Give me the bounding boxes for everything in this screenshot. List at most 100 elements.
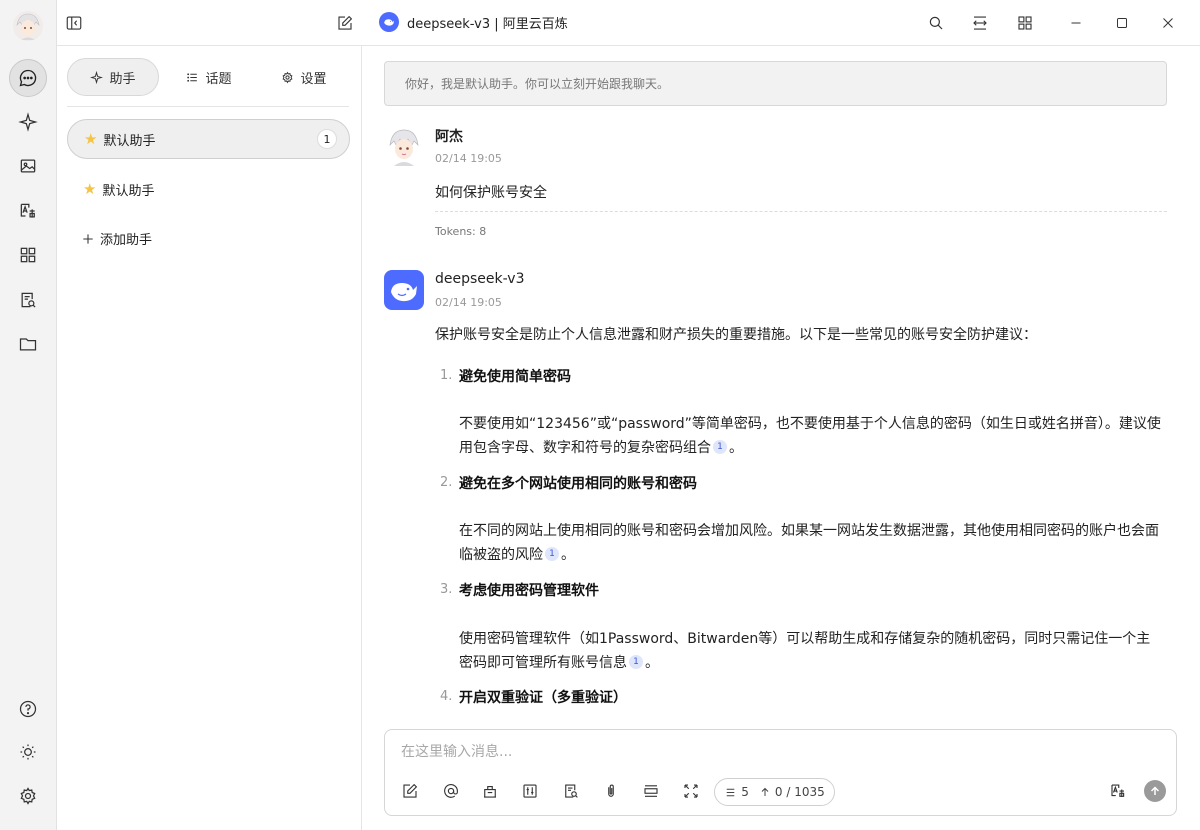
translate-button[interactable] <box>1106 779 1130 803</box>
edit-icon <box>338 15 353 30</box>
translate-nav-button[interactable] <box>9 192 47 230</box>
document-search-icon <box>565 784 578 798</box>
add-assistant-button[interactable]: 添加助手 <box>81 229 152 248</box>
web-search-button[interactable] <box>559 779 583 803</box>
sparkle-icon <box>18 112 38 132</box>
theme-toggle-button[interactable] <box>9 733 47 771</box>
add-assistant-label: 添加助手 <box>100 233 153 248</box>
star-icon: ★ <box>83 180 97 198</box>
edit-icon <box>403 783 418 798</box>
divider <box>67 106 349 107</box>
agents-nav-button[interactable] <box>9 103 47 141</box>
clear-context-button[interactable] <box>639 779 663 803</box>
list-item-desc: 使用密码管理软件（如1Password、Bitwarden等）可以帮助生成和存储… <box>459 627 1164 675</box>
title-bar: deepseek-v3 | 阿里云百炼 <box>57 0 1200 45</box>
assistant-label: 默认助手 <box>103 133 156 149</box>
narrow-mode-button[interactable] <box>969 12 991 34</box>
citation-badge[interactable]: 1 <box>629 655 643 669</box>
user-message-avatar <box>384 126 424 166</box>
new-chat-button[interactable] <box>334 12 356 34</box>
send-button[interactable] <box>1144 780 1166 802</box>
model-settings-button[interactable] <box>518 779 542 803</box>
list-item-end: 。 <box>645 655 659 671</box>
translate-icon <box>1111 784 1125 797</box>
gear-icon <box>20 787 36 805</box>
list-item-desc: 不要使用如“123456”或“password”等简单密码，也不要使用基于个人信… <box>459 412 1164 460</box>
help-nav-button[interactable] <box>9 690 47 728</box>
search-icon <box>929 16 943 30</box>
citation-badge[interactable]: 1 <box>545 547 559 561</box>
topic-count-badge: 1 <box>317 129 337 149</box>
token-usage-pill[interactable]: 5 0 / 1035 <box>714 778 835 806</box>
new-topic-button[interactable] <box>398 779 422 803</box>
knowledge-nav-button[interactable] <box>9 281 47 319</box>
knowledge-base-button[interactable] <box>478 779 502 803</box>
expand-icon <box>684 784 698 798</box>
search-button[interactable] <box>925 12 947 34</box>
welcome-notice: 你好，我是默认助手。你可以立刻开始跟我聊天。 <box>384 61 1167 106</box>
mention-model-button[interactable] <box>439 779 463 803</box>
files-nav-button[interactable] <box>9 325 47 363</box>
sliders-icon <box>523 784 537 798</box>
folder-icon <box>19 338 37 351</box>
minimize-icon <box>1071 22 1081 24</box>
list-item-title: 考虑使用密码管理软件 <box>459 583 599 599</box>
plus-icon <box>83 233 93 244</box>
model-message-avatar <box>384 270 424 310</box>
chat-bubble-icon <box>19 69 37 87</box>
assistant-item[interactable]: ★ 默认助手 <box>67 169 350 209</box>
list-item-text: 不要使用如“123456”或“password”等简单密码，也不要使用基于个人信… <box>459 416 1161 456</box>
mini-apps-button[interactable] <box>1014 12 1036 34</box>
grid-icon <box>20 247 36 263</box>
message-author: 阿杰 <box>435 129 463 145</box>
settings-nav-button[interactable] <box>9 777 47 815</box>
minimize-button[interactable] <box>1065 12 1087 34</box>
divider-icon <box>644 785 658 797</box>
assistant-item[interactable]: ★ 默认助手 1 <box>67 119 350 159</box>
list-item-title: 开启双重验证（多重验证） <box>459 690 627 706</box>
list-item-title: 避免在多个网站使用相同的账号和密码 <box>459 476 697 492</box>
tab-settings[interactable]: 设置 <box>259 58 349 96</box>
list-number: 3. <box>440 582 453 597</box>
list-number: 4. <box>440 689 453 704</box>
chat-nav-button[interactable] <box>9 59 47 97</box>
grid-icon <box>1018 16 1032 30</box>
tab-label: 话题 <box>205 71 232 87</box>
message-input[interactable] <box>401 740 1101 764</box>
maximize-icon <box>1117 18 1127 28</box>
token-usage: 0 / 1035 <box>759 785 825 799</box>
toggle-sidebar-button[interactable] <box>63 12 85 34</box>
paperclip-icon <box>608 784 614 797</box>
tab-assistants[interactable]: 助手 <box>67 58 159 96</box>
list-icon <box>726 788 735 796</box>
attach-file-button[interactable] <box>599 779 623 803</box>
apps-nav-button[interactable] <box>9 236 47 274</box>
star-icon: ★ <box>84 130 98 148</box>
list-item-end: 。 <box>729 440 743 456</box>
context-count: 5 <box>724 785 749 799</box>
close-icon <box>1163 18 1173 28</box>
list-item-title: 避免使用简单密码 <box>459 369 571 385</box>
ai-message-intro: 保护账号安全是防止个人信息泄露和财产损失的重要措施。以下是一些常见的账号安全防护… <box>435 327 1037 343</box>
panel-tabs: 助手 话题 设置 <box>67 57 350 97</box>
at-sign-icon <box>444 784 458 798</box>
window-title: deepseek-v3 | 阿里云百炼 <box>407 16 568 32</box>
user-message-text: 如何保护账号安全 <box>435 185 547 201</box>
assistant-panel: 助手 话题 设置 ★ 默认助手 1 ★ 默认助手 添加助手 <box>57 45 362 830</box>
maximize-button[interactable] <box>1111 12 1133 34</box>
close-button[interactable] <box>1157 12 1179 34</box>
arrow-up-icon <box>1150 786 1160 795</box>
message-time: 02/14 19:05 <box>435 296 502 309</box>
document-search-icon <box>21 292 36 308</box>
list-item-desc: 在不同的网站上使用相同的账号和密码会增加风险。如果某一网站发生数据泄露，其他使用… <box>459 519 1164 567</box>
tab-label: 助手 <box>109 71 136 87</box>
help-icon <box>19 700 37 718</box>
expand-input-button[interactable] <box>679 779 703 803</box>
sparkle-icon <box>90 70 104 84</box>
tab-topics[interactable]: 话题 <box>159 58 259 96</box>
citation-badge[interactable]: 1 <box>713 440 727 454</box>
user-avatar[interactable] <box>13 11 43 41</box>
image-nav-button[interactable] <box>9 147 47 185</box>
chat-title[interactable]: deepseek-v3 | 阿里云百炼 <box>379 12 568 32</box>
list-item-end: 。 <box>561 547 575 563</box>
